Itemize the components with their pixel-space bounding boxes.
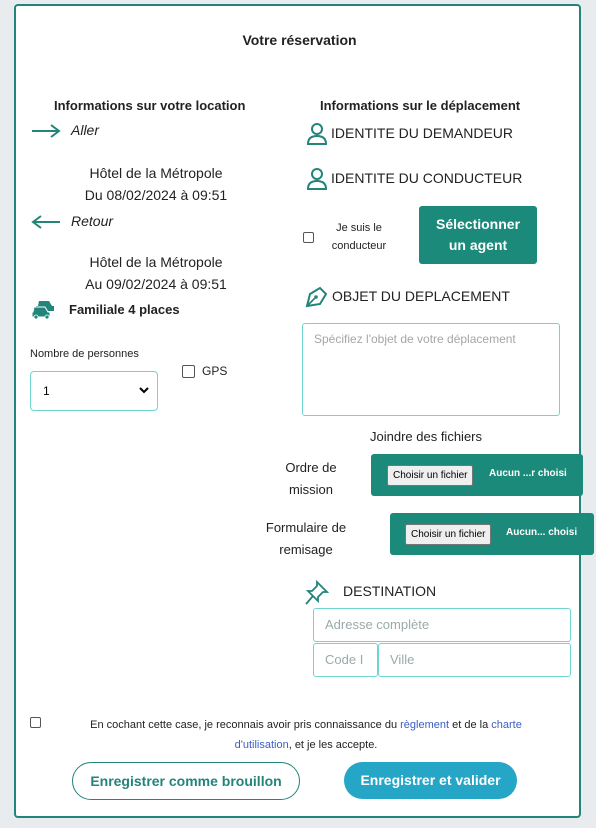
utilisation-link[interactable]: d'utilisation — [235, 739, 289, 751]
vehicle-type: Familiale 4 places — [69, 302, 180, 317]
demandeur-link[interactable]: IDENTITE DU DEMANDEUR — [331, 125, 513, 141]
formulaire-label: Formulaire de remisage — [246, 517, 366, 561]
select-agent-line1: Sélectionner — [435, 216, 521, 232]
persons-select-value: 1 — [43, 384, 50, 398]
ordre-line1: Ordre de — [285, 460, 337, 475]
select-agent-line2: un agent — [448, 237, 508, 253]
arrow-left-icon — [31, 214, 61, 230]
je-suis-conducteur-checkbox[interactable] — [303, 232, 314, 243]
aller-place: Hôtel de la Métropole — [89, 165, 223, 181]
address-input[interactable]: Adresse complète — [313, 608, 571, 642]
page-title: Votre réservation — [242, 32, 357, 48]
aller-label: Aller — [71, 122, 100, 138]
objet-textarea[interactable]: Spécifiez l'objet de votre déplacement — [302, 323, 560, 416]
gps-checkbox[interactable] — [182, 365, 195, 378]
je-suis-line2: conducteur — [331, 240, 387, 252]
consent-text-before: En cochant cette case, je reconnais avoi… — [90, 719, 398, 731]
conducteur-link[interactable]: IDENTITE DU CONDUCTEUR — [331, 170, 522, 186]
ordre-line2: mission — [288, 482, 334, 497]
formulaire-line1: Formulaire de — [265, 520, 347, 535]
charte-link[interactable]: charte — [491, 719, 522, 731]
save-draft-button[interactable]: Enregistrer comme brouillon — [72, 762, 300, 800]
joindre-label: Joindre des fichiers — [370, 429, 482, 444]
je-suis-line1: Je suis le — [336, 222, 382, 234]
arrow-right-icon — [31, 123, 61, 139]
location-heading: Informations sur votre location — [54, 98, 246, 113]
user-icon — [306, 167, 328, 191]
consent-text: En cochant cette case, je reconnais avoi… — [46, 715, 566, 755]
save-validate-button[interactable]: Enregistrer et valider — [344, 762, 517, 799]
user-icon — [306, 122, 328, 146]
reservation-card: Votre réservation Informations sur votre… — [14, 4, 594, 818]
retour-place: Hôtel de la Métropole — [89, 254, 223, 270]
ordre-choose-file-button[interactable]: Choisir un fichier — [387, 465, 474, 486]
ordre-label: Ordre de mission — [256, 457, 366, 501]
persons-label: Nombre de personnes — [30, 348, 139, 360]
ordre-file-status: Aucun ...r choisi — [489, 468, 567, 479]
aller-date: Du 08/02/2024 à 09:51 — [84, 187, 228, 203]
formulaire-line2: remisage — [279, 542, 333, 557]
ordre-file-input[interactable]: Choisir un fichier Aucun ...r choisi — [371, 454, 583, 496]
consent-text-after: , et je les accepte. — [288, 739, 378, 751]
persons-select[interactable]: 1 — [30, 371, 158, 411]
select-agent-button[interactable]: Sélectionner un agent — [419, 206, 537, 264]
postal-code-input[interactable]: Code I — [313, 643, 378, 677]
pen-icon — [304, 284, 330, 308]
reglement-link[interactable]: règlement — [400, 719, 449, 731]
city-input[interactable]: Ville — [378, 643, 571, 677]
chevron-down-icon — [139, 386, 149, 394]
deplacement-heading: Informations sur le déplacement — [320, 98, 521, 113]
consent-checkbox[interactable] — [30, 717, 41, 728]
objet-label: OBJET DU DEPLACEMENT — [332, 288, 510, 304]
retour-date: Au 09/02/2024 à 09:51 — [85, 276, 227, 292]
formulaire-file-status: Aucun... choisi — [506, 527, 578, 538]
consent-text-middle: et de la — [452, 719, 489, 731]
cars-icon — [31, 298, 59, 320]
destination-label: DESTINATION — [343, 583, 437, 599]
je-suis-conducteur-label: Je suis le conducteur — [324, 219, 394, 255]
formulaire-file-input[interactable]: Choisir un fichier Aucun... choisi — [390, 513, 594, 555]
formulaire-choose-file-button[interactable]: Choisir un fichier — [405, 524, 492, 545]
gps-label: GPS — [202, 364, 228, 378]
retour-label: Retour — [71, 213, 114, 229]
pin-icon — [304, 579, 330, 607]
